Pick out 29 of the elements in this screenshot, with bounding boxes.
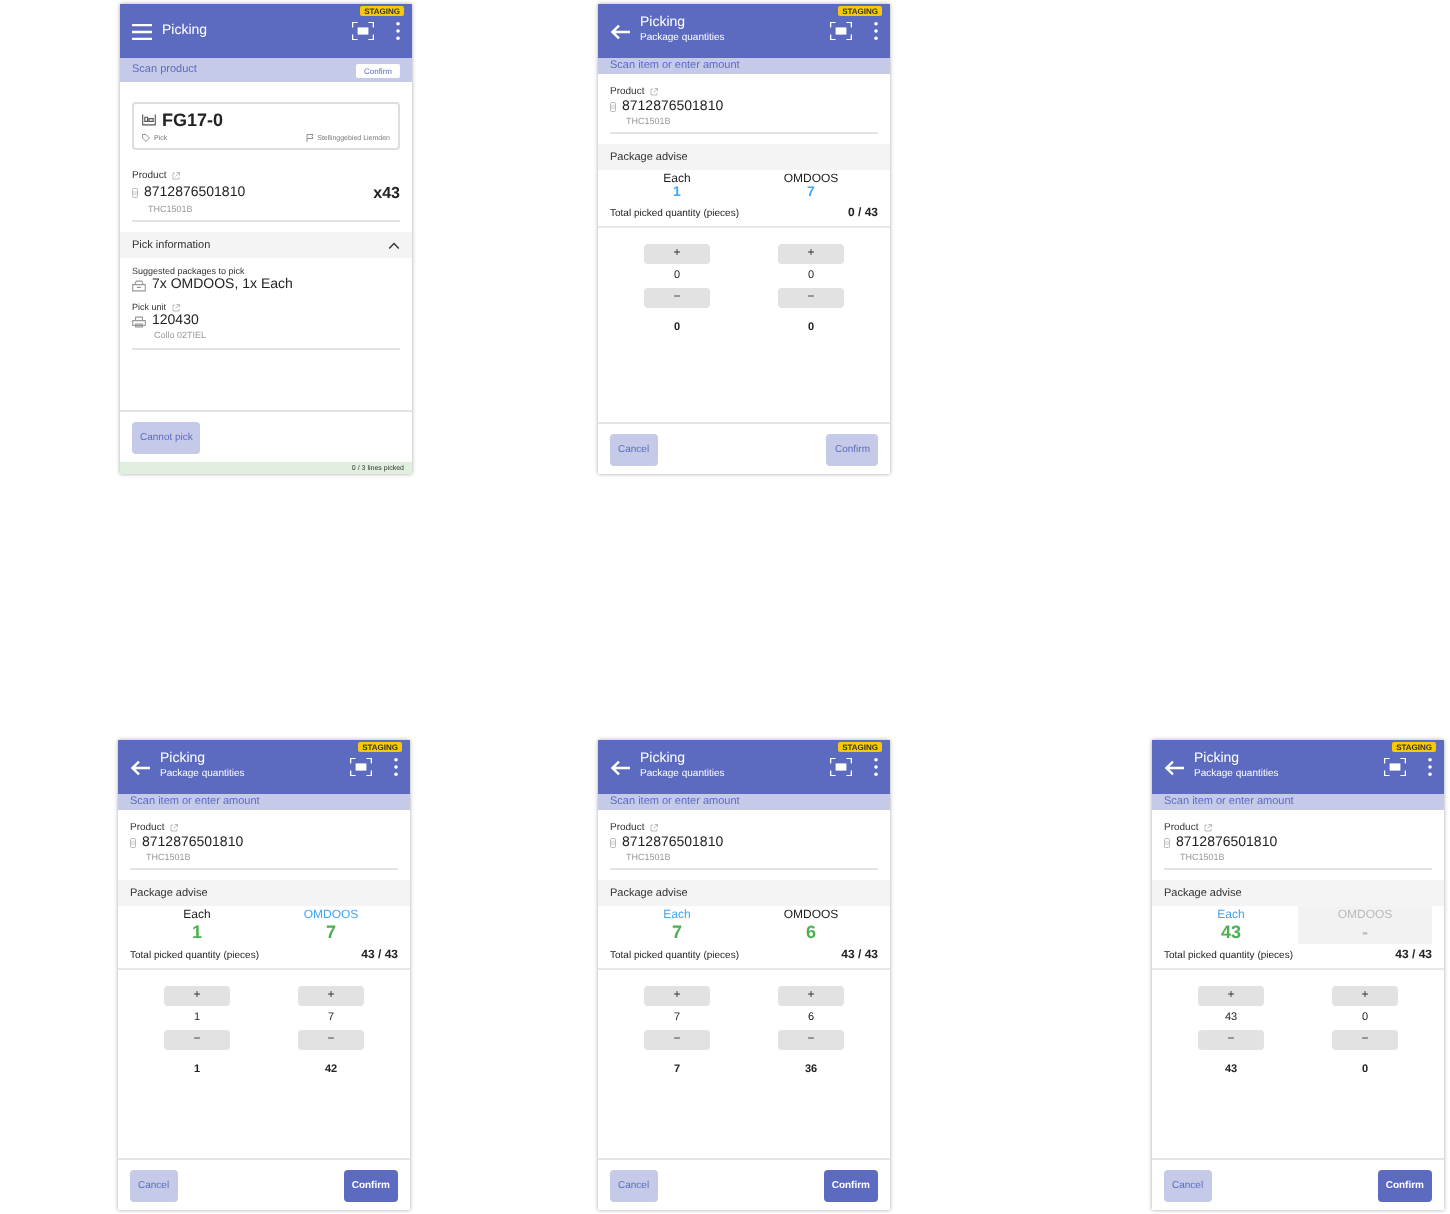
- barcode-icon: [1164, 838, 1170, 848]
- package-count: 1: [191, 922, 202, 942]
- barcode-icon: [132, 188, 138, 198]
- back-arrow-icon[interactable]: [130, 759, 150, 775]
- scan-icon[interactable]: [830, 758, 852, 776]
- back-arrow-icon[interactable]: [610, 759, 630, 775]
- scan-icon[interactable]: [352, 22, 374, 40]
- package-count: 6: [805, 922, 816, 942]
- barcode-icon: [130, 838, 136, 848]
- scan-icon[interactable]: [350, 758, 372, 776]
- barcode-icon: [610, 838, 616, 848]
- shelf-icon: [142, 114, 156, 126]
- chevron-up-icon[interactable]: [388, 241, 400, 249]
- back-arrow-icon[interactable]: [1164, 759, 1184, 775]
- menu-icon[interactable]: [132, 23, 152, 39]
- barcode-icon: [610, 102, 616, 112]
- printer-icon: [132, 315, 146, 327]
- package-count: -: [1362, 922, 1368, 942]
- tag-icon: [142, 134, 150, 142]
- scan-icon[interactable]: [830, 22, 852, 40]
- scan-icon[interactable]: [1384, 758, 1406, 776]
- package-count: 43: [1220, 922, 1241, 942]
- flag-icon: [305, 134, 314, 142]
- back-arrow-icon[interactable]: [610, 23, 630, 39]
- package-count: 7: [671, 922, 682, 942]
- location-code: FG17-0: [162, 110, 224, 130]
- box-icon: [132, 279, 146, 291]
- package-count: 7: [325, 922, 336, 942]
- pick-quantity: x43: [373, 184, 400, 202]
